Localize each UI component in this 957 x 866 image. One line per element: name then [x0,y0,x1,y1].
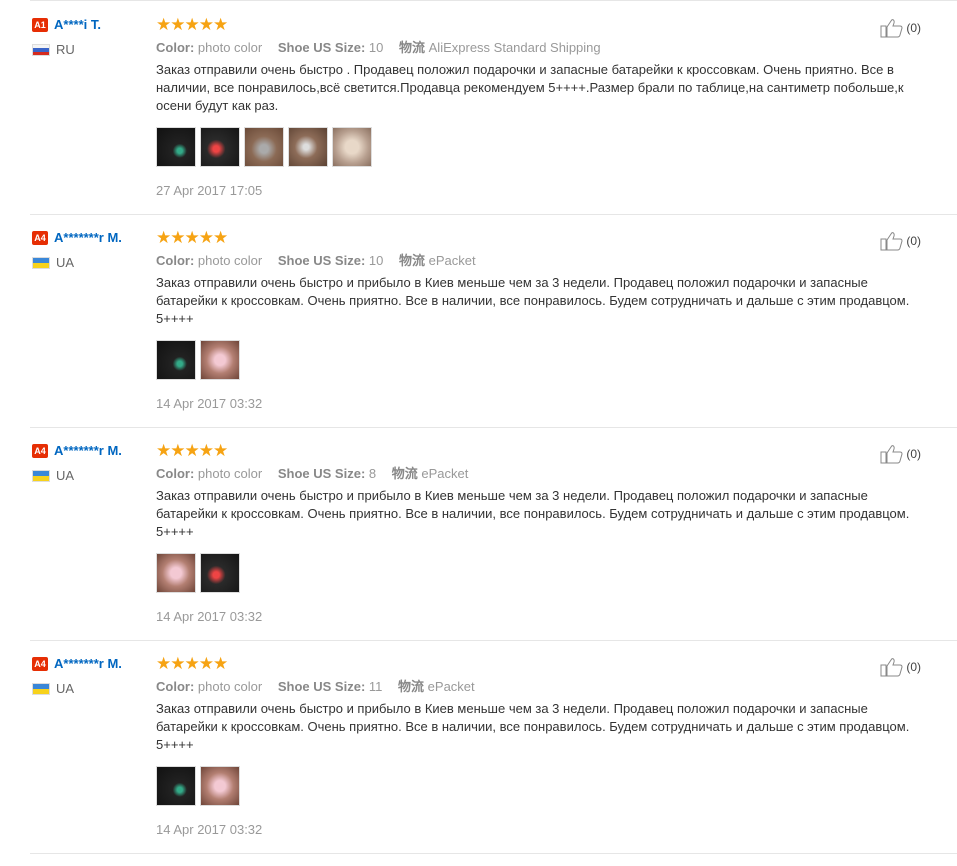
reviewer-country: UA [32,680,157,696]
reviewer-country: UA [32,467,157,483]
reviewer-country: RU [32,41,157,57]
review-photos [156,340,916,382]
shipping-label: 物流 [399,253,426,268]
review-item: A4 A*******r M. UA ★★★★★ Color: photo col… [30,427,957,641]
shipping-value: ePacket [428,253,476,268]
helpful-button[interactable]: (0) [880,18,921,38]
country-flag-icon [32,469,50,482]
review-photos [156,553,916,595]
country-flag-icon [32,256,50,269]
color-label: Color: [156,40,195,55]
thumbs-up-icon [880,658,903,677]
review-date: 27 Apr 2017 17:05 [156,183,263,198]
color-label: Color: [156,466,195,481]
star-rating: ★★★★★ [156,654,228,673]
buyer-level-badge: A4 [32,656,48,671]
review-item: A4 A*******r M. UA ★★★★★ Color: photo col… [30,640,957,854]
reviewer-info: A4 A*******r M. UA [32,229,157,270]
shipping-value: ePacket [427,679,475,694]
shipping-value: ePacket [421,466,469,481]
reviewer-info: A4 A*******r M. UA [32,655,157,696]
review-text: Заказ отправили очень быстро . Продавец … [156,62,904,113]
review-content: ★★★★★ Color: photo color Shoe US Size: 8… [156,442,916,624]
star-rating: ★★★★★ [156,15,228,34]
size-label: Shoe US Size: [277,253,366,268]
reviewer-country: UA [32,254,157,270]
helpful-button[interactable]: (0) [880,657,921,677]
thumbs-up-icon [880,19,903,38]
country-code: UA [56,468,75,484]
buyer-level-badge: A4 [32,443,48,458]
color-label: Color: [156,253,195,268]
thumbs-up-icon [880,232,903,251]
color-value: photo color [197,466,263,481]
review-content: ★★★★★ Color: photo color Shoe US Size: 1… [156,655,916,837]
size-label: Shoe US Size: [277,466,366,481]
reviewer-name[interactable]: A*******r M. [54,230,122,245]
thumbs-up-icon [880,445,903,464]
shipping-label: 物流 [391,466,418,481]
review-text: Заказ отправили очень быстро и прибыло в… [156,488,910,539]
buyer-level-badge: A1 [32,17,48,32]
buyer-level-badge: A4 [32,230,48,245]
reviewer-name[interactable]: A****i T. [54,17,101,32]
review-photo-thumbnail[interactable] [288,127,328,167]
country-flag-icon [32,43,50,56]
color-value: photo color [197,679,263,694]
review-photos [156,766,916,808]
review-photo-thumbnail[interactable] [156,340,196,380]
review-photo-thumbnail[interactable] [200,127,240,167]
order-attributes: Color: photo color Shoe US Size: 8 物流 eP… [156,465,916,483]
shipping-label: 物流 [398,679,425,694]
size-label: Shoe US Size: [277,40,366,55]
review-item: A1 A****i T. RU ★★★★★ Color: photo color … [30,1,957,215]
helpful-button[interactable]: (0) [880,231,921,251]
helpful-count: (0) [906,447,921,461]
review-photo-thumbnail[interactable] [200,766,240,806]
review-date: 14 Apr 2017 03:32 [156,609,263,624]
star-rating: ★★★★★ [156,441,228,460]
shipping-value: AliExpress Standard Shipping [428,40,601,55]
review-photo-thumbnail[interactable] [200,553,240,593]
size-label: Shoe US Size: [277,679,366,694]
size-value: 10 [368,40,384,55]
helpful-count: (0) [906,234,921,248]
review-photo-thumbnail[interactable] [244,127,284,167]
color-value: photo color [197,40,263,55]
color-value: photo color [197,253,263,268]
reviewer-info: A1 A****i T. RU [32,16,157,57]
country-code: UA [56,681,75,697]
country-code: UA [56,255,75,271]
order-attributes: Color: photo color Shoe US Size: 10 物流 A… [156,39,916,57]
review-text: Заказ отправили очень быстро и прибыло в… [156,275,910,326]
review-date: 14 Apr 2017 03:32 [156,396,263,411]
country-code: RU [56,42,75,58]
size-value: 10 [368,253,384,268]
review-photo-thumbnail[interactable] [332,127,372,167]
helpful-button[interactable]: (0) [880,444,921,464]
country-flag-icon [32,682,50,695]
review-content: ★★★★★ Color: photo color Shoe US Size: 1… [156,229,916,411]
review-photos [156,127,916,169]
shipping-label: 物流 [399,40,426,55]
review-content: ★★★★★ Color: photo color Shoe US Size: 1… [156,16,916,198]
review-text: Заказ отправили очень быстро и прибыло в… [156,701,910,752]
helpful-count: (0) [906,21,921,35]
helpful-count: (0) [906,660,921,674]
review-photo-thumbnail[interactable] [156,766,196,806]
review-date: 14 Apr 2017 03:32 [156,822,263,837]
review-item: A4 A*******r M. UA ★★★★★ Color: photo col… [30,214,957,428]
review-photo-thumbnail[interactable] [200,340,240,380]
color-label: Color: [156,679,195,694]
reviewer-name[interactable]: A*******r M. [54,443,122,458]
review-photo-thumbnail[interactable] [156,127,196,167]
review-photo-thumbnail[interactable] [156,553,196,593]
reviewer-info: A4 A*******r M. UA [32,442,157,483]
order-attributes: Color: photo color Shoe US Size: 11 物流 e… [156,678,916,696]
size-value: 11 [368,679,383,694]
size-value: 8 [368,466,377,481]
star-rating: ★★★★★ [156,228,228,247]
reviewer-name[interactable]: A*******r M. [54,656,122,671]
order-attributes: Color: photo color Shoe US Size: 10 物流 e… [156,252,916,270]
